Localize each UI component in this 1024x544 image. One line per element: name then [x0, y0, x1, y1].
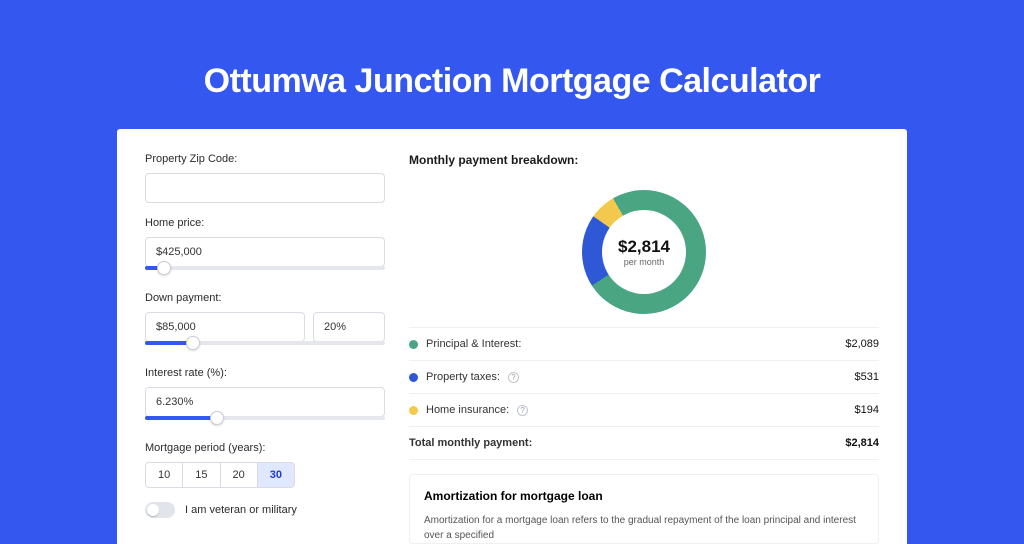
- form-column: Property Zip Code: Home price: Down paym…: [145, 153, 385, 544]
- info-icon[interactable]: ?: [508, 372, 519, 383]
- rate-block: Interest rate (%):: [145, 367, 385, 428]
- legend-total-label: Total monthly payment:: [409, 437, 532, 449]
- amortization-title: Amortization for mortgage loan: [424, 489, 864, 503]
- donut-center-value: $2,814: [618, 237, 670, 257]
- zip-block: Property Zip Code:: [145, 153, 385, 203]
- period-block: Mortgage period (years): 10152030: [145, 442, 385, 488]
- legend-dot-icon: [409, 406, 418, 415]
- legend-row-principal_interest: Principal & Interest: $2,089: [409, 328, 879, 361]
- zip-input[interactable]: [145, 173, 385, 203]
- calculator-card: Property Zip Code: Home price: Down paym…: [117, 129, 907, 544]
- veteran-toggle[interactable]: [145, 502, 175, 518]
- legend-label: Property taxes:: [426, 371, 500, 383]
- period-option-30[interactable]: 30: [258, 462, 295, 488]
- legend-value: $194: [855, 404, 879, 416]
- legend-label: Principal & Interest:: [426, 338, 521, 350]
- legend-value: $531: [855, 371, 879, 383]
- legend-value: $2,089: [845, 338, 879, 350]
- price-block: Home price:: [145, 217, 385, 278]
- rate-label: Interest rate (%):: [145, 367, 385, 379]
- legend: Principal & Interest: $2,089 Property taxe…: [409, 327, 879, 460]
- period-option-20[interactable]: 20: [221, 462, 258, 488]
- page-title: Ottumwa Junction Mortgage Calculator: [0, 0, 1024, 129]
- price-input[interactable]: [145, 237, 385, 267]
- legend-row-home_insurance: Home insurance:? $194: [409, 394, 879, 427]
- rate-slider[interactable]: [145, 416, 385, 428]
- down-block: Down payment:: [145, 292, 385, 353]
- period-segmented: 10152030: [145, 462, 385, 488]
- legend-row-property_taxes: Property taxes:? $531: [409, 361, 879, 394]
- donut-chart: $2,814 per month: [409, 177, 879, 327]
- down-amount-input[interactable]: [145, 312, 305, 342]
- period-label: Mortgage period (years):: [145, 442, 385, 454]
- legend-row-total: Total monthly payment: $2,814: [409, 427, 879, 460]
- period-option-15[interactable]: 15: [183, 462, 220, 488]
- zip-label: Property Zip Code:: [145, 153, 385, 165]
- amortization-body: Amortization for a mortgage loan refers …: [424, 513, 864, 543]
- down-slider[interactable]: [145, 341, 385, 353]
- veteran-label: I am veteran or military: [185, 504, 297, 516]
- summary-column: Monthly payment breakdown: $2,814 per mo…: [409, 153, 879, 544]
- price-slider[interactable]: [145, 266, 385, 278]
- price-label: Home price:: [145, 217, 385, 229]
- legend-dot-icon: [409, 373, 418, 382]
- donut-center-sub: per month: [624, 257, 665, 267]
- info-icon[interactable]: ?: [517, 405, 528, 416]
- down-percent-input[interactable]: [313, 312, 385, 342]
- veteran-row: I am veteran or military: [145, 502, 385, 518]
- amortization-card: Amortization for mortgage loan Amortizat…: [409, 474, 879, 544]
- legend-dot-icon: [409, 340, 418, 349]
- rate-input[interactable]: [145, 387, 385, 417]
- legend-total-value: $2,814: [845, 437, 879, 449]
- legend-label: Home insurance:: [426, 404, 509, 416]
- breakdown-title: Monthly payment breakdown:: [409, 153, 879, 167]
- down-label: Down payment:: [145, 292, 385, 304]
- period-option-10[interactable]: 10: [145, 462, 183, 488]
